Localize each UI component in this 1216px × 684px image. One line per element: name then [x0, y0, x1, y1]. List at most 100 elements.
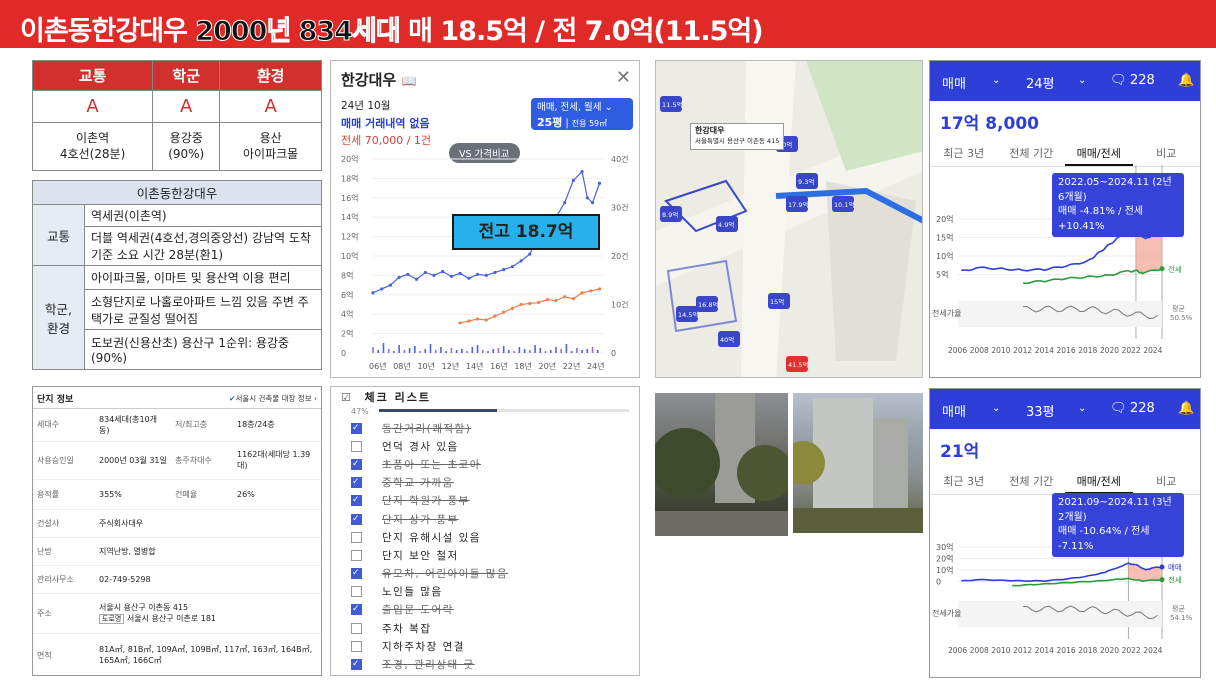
bell-icon[interactable]: 🔔: [1178, 73, 1194, 88]
tab-compare[interactable]: 비교: [1133, 139, 1201, 166]
tab-recent-3y[interactable]: 최근 3년: [930, 139, 998, 166]
checkbox-checked-icon[interactable]: ✓: [351, 513, 362, 525]
comment-count: 228: [1130, 401, 1155, 416]
summary-heading: 이촌동한강대우: [32, 180, 322, 205]
checklist-item[interactable]: ✓ 초품아 또는 초코아: [351, 455, 508, 473]
jeonse-point: [589, 289, 593, 293]
volume-bar: [591, 347, 594, 353]
checkbox-checked-icon[interactable]: ✓: [351, 495, 362, 507]
summary-row: 소형단지로 나홀로아파트 느낌 있음 주변 주택가로 균질성 떨어짐: [84, 289, 322, 330]
tab-recent-3y[interactable]: 최근 3년: [930, 467, 998, 494]
volume-bar: [476, 345, 479, 353]
checkbox-checked-icon[interactable]: ✓: [351, 659, 362, 671]
checkbox-checked-icon[interactable]: ✓: [351, 477, 362, 489]
checklist-item[interactable]: ✓ 출입문 도어락: [351, 601, 508, 619]
tab-sale-jeonse[interactable]: 매매/전세: [1065, 139, 1133, 166]
row-value: 834세대(총10개동): [95, 409, 171, 442]
row-key: 총주차대수: [170, 441, 233, 480]
checklist-item[interactable]: 주차 복잡: [351, 619, 508, 637]
checklist-item[interactable]: ✓ 조경, 관리상태 굿: [351, 655, 508, 673]
checklist-item-label: 주차 복잡: [382, 622, 432, 635]
deal-type-selector[interactable]: 매매, 전세, 월세 ⌄ 25평 | 전용 59㎡: [531, 98, 633, 130]
deal-type-dropdown[interactable]: 매매: [942, 401, 966, 420]
sale-end-point: [1159, 564, 1165, 570]
volume-bar: [424, 349, 427, 353]
price-pin-label: 9.3억: [798, 178, 814, 186]
checklist-item[interactable]: ✓ 단지 상가 풍부: [351, 510, 508, 528]
checklist-item[interactable]: 언덕 경사 있음: [351, 437, 508, 455]
volume-bar: [429, 344, 432, 353]
vs-compare-button[interactable]: VS 가격비교: [449, 143, 520, 163]
map-book-icon[interactable]: 📖: [401, 74, 416, 88]
checkbox-empty-icon[interactable]: [351, 640, 362, 652]
volume-bar: [523, 349, 526, 353]
tab-compare[interactable]: 비교: [1133, 467, 1201, 494]
sale-point: [432, 273, 436, 277]
checklist-item[interactable]: ✓ 유모차, 어린아이들 많음: [351, 565, 508, 583]
x-tick-label: 2010: [991, 646, 1010, 655]
photo-tree: [655, 428, 720, 498]
size-dropdown[interactable]: 24평: [1026, 73, 1055, 92]
map-complex-label[interactable]: 한강대우 서울특별시 용산구 이촌동 415: [690, 123, 785, 150]
size-label: 25평: [537, 116, 563, 130]
price-pin-label: 4.9억: [718, 221, 734, 229]
checklist-item[interactable]: ✓ 중학교 가까움: [351, 474, 508, 492]
checklist-item[interactable]: 단지 보안 철저: [351, 546, 508, 564]
rating-info-line: 이촌역: [76, 130, 110, 145]
x-tick-label: 2008: [970, 346, 989, 355]
price-pin-label: 41.5억: [788, 361, 808, 369]
checkbox-checked-icon[interactable]: ✓: [351, 604, 362, 616]
road-name-tag: 도로명: [99, 614, 125, 624]
y-tick-label: 10억: [341, 251, 359, 261]
deal-type-dropdown[interactable]: 매매: [942, 73, 966, 92]
x-tick-label: 2020: [1100, 646, 1119, 655]
sale-point: [449, 274, 454, 278]
ratio-label: 전세가율: [932, 308, 961, 318]
size-dropdown[interactable]: 33평: [1026, 401, 1055, 420]
sale-point: [563, 201, 567, 205]
complex-map[interactable]: 11.5억 8.9억 4.9억 10억 17.9억 14.5억 16.8억 15억 40억 41.…: [655, 60, 923, 378]
volume-bar: [377, 350, 380, 353]
checkbox-empty-icon[interactable]: [351, 440, 362, 452]
y-tick-label: 16억: [341, 193, 359, 203]
close-icon[interactable]: ✕: [616, 67, 631, 88]
y-tick-label: 20억: [341, 154, 359, 164]
speech-bubble-icon[interactable]: 🗨: [1110, 401, 1127, 416]
map-canvas[interactable]: 11.5억8.9억4.9억10억17.9억14.5억16.8억 15억40억41.…: [656, 61, 923, 378]
checkbox-checked-icon[interactable]: ✓: [351, 458, 362, 470]
summary-category-transport: 교통: [32, 204, 85, 266]
volume-bar: [508, 350, 510, 353]
checkbox-empty-icon[interactable]: [351, 531, 362, 543]
checklist-item[interactable]: ✓ 단지 학원가 풍부: [351, 492, 508, 510]
checklist-item[interactable]: 지하주차장 연결: [351, 637, 508, 655]
bell-icon[interactable]: 🔔: [1178, 401, 1194, 416]
current-price: 21억: [940, 442, 980, 462]
x-tick-label: 2006: [948, 346, 967, 355]
tab-all-period[interactable]: 전체 기간: [998, 467, 1066, 494]
checklist-item-label: 초품아 또는 초코아: [382, 458, 481, 471]
checklist-item[interactable]: 단지 유해시설 있음: [351, 528, 508, 546]
ratio-label: 전세가율: [932, 608, 961, 618]
checklist-item[interactable]: 노인들 많음: [351, 583, 508, 601]
x-tick-label: 2014: [1035, 346, 1054, 355]
sale-point: [585, 196, 589, 200]
checkbox-empty-icon[interactable]: [351, 622, 362, 634]
bubble-change: 매매 -4.81% / 전세 +10.41%: [1058, 206, 1144, 232]
checklist-item[interactable]: ✓ 동간거리(쾌적함): [351, 419, 508, 437]
ratio-band: [958, 301, 1162, 327]
volume-bar: [596, 350, 599, 353]
gap-area: [1128, 563, 1162, 582]
x-tick-label: 2016: [1057, 346, 1076, 355]
checkbox-empty-icon[interactable]: [351, 549, 362, 561]
jeonse-point: [502, 310, 506, 314]
y2-tick-label: 40건: [611, 154, 629, 164]
building-registry-link[interactable]: ✔서울시 건축물 대장 정보 ›: [229, 393, 317, 404]
checkbox-checked-icon[interactable]: ✓: [351, 422, 362, 434]
checkbox-checked-icon[interactable]: ✓: [351, 568, 362, 580]
speech-bubble-icon[interactable]: 🗨: [1110, 73, 1127, 88]
tab-sale-jeonse[interactable]: 매매/전세: [1065, 467, 1133, 494]
checkbox-empty-icon[interactable]: [351, 586, 362, 598]
volume-bar: [445, 351, 447, 353]
tab-all-period[interactable]: 전체 기간: [998, 139, 1066, 166]
volume-bar: [487, 351, 489, 353]
